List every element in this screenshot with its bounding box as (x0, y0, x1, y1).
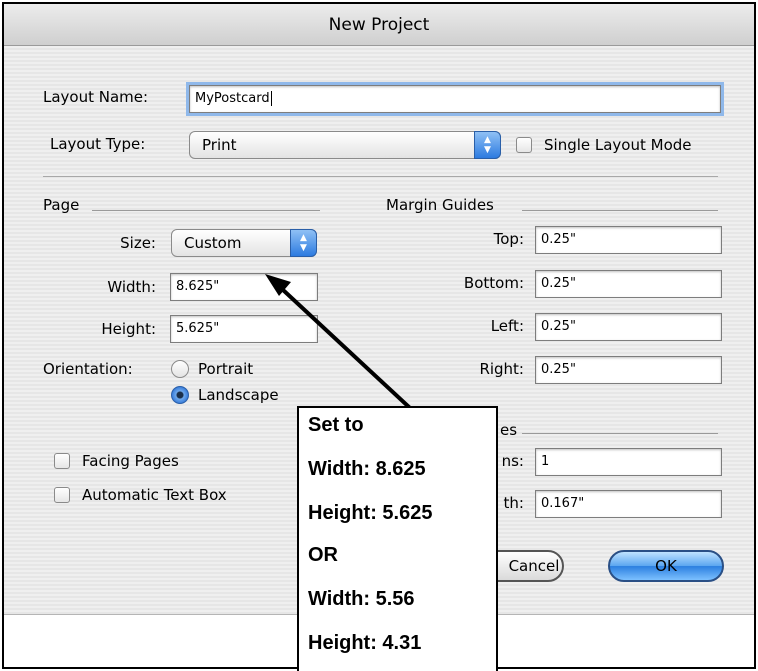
callout-line: Width: 5.56 (308, 588, 415, 610)
callout-line: Height: 4.31 (308, 632, 422, 654)
callout-line: OR (308, 544, 338, 566)
callout-line: Width: 8.625 (308, 458, 426, 480)
arrow-shaft (280, 287, 412, 410)
callout-line: Set to (308, 414, 364, 436)
annotation-callout: Set to Width: 8.625 Height: 5.625 OR Wid… (297, 406, 498, 671)
callout-line: Height: 5.625 (308, 502, 433, 524)
